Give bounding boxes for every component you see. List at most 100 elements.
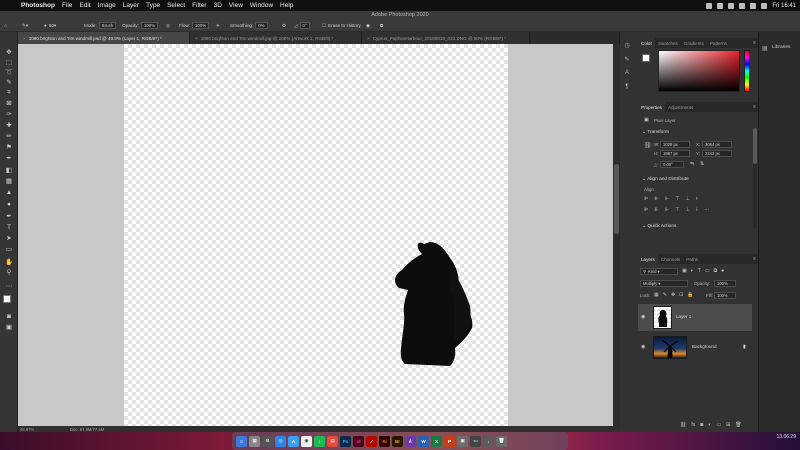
align-right-icon[interactable]: ⊩ [665, 196, 669, 202]
more-tools-icon[interactable]: ⋯ [4, 282, 14, 290]
lasso-tool-icon[interactable]: ➰ [4, 68, 14, 76]
indesign-icon[interactable]: Id [353, 435, 364, 447]
layer-name[interactable]: Background [692, 344, 717, 349]
app-store-icon[interactable]: A [288, 435, 299, 447]
menubar-clock[interactable]: Fri 16:41 [772, 3, 796, 9]
system-preferences-icon[interactable]: ⚙ [262, 435, 273, 447]
marquee-tool-icon[interactable]: ⬚ [4, 58, 14, 66]
frame-tool-icon[interactable]: ⊠ [4, 99, 14, 107]
menu-layer[interactable]: Layer [123, 2, 139, 9]
gradient-tool-icon[interactable]: ▦ [4, 177, 14, 185]
distribute-right-icon[interactable]: ⊩ [665, 207, 669, 213]
menu-edit[interactable]: Edit [79, 2, 90, 9]
path-selection-tool-icon[interactable]: ➤ [4, 234, 14, 242]
align-middle-v-icon[interactable]: ⊥ [685, 196, 689, 202]
filter-pixel-icon[interactable]: ▣ [682, 268, 687, 274]
filter-type-icon[interactable]: T [698, 268, 701, 274]
opacity-control[interactable]: Opacity: 100% [122, 20, 159, 31]
eraser-tool-icon[interactable]: ◧ [4, 166, 14, 174]
tab-color[interactable]: Color [638, 38, 655, 48]
flow-field[interactable]: 100% [191, 22, 210, 29]
add-mask-icon[interactable]: ◙ [700, 422, 703, 428]
status-icon[interactable] [706, 2, 713, 9]
safari-icon[interactable]: ◎ [275, 435, 286, 447]
properties-scrollbar[interactable] [753, 128, 757, 228]
panel-menu-icon[interactable]: ≡ [753, 256, 756, 262]
link-dimensions-icon[interactable]: ⛓ [644, 142, 652, 149]
flip-vertical-icon[interactable]: ⇅ [700, 161, 704, 167]
zoom-level[interactable]: 49.87% [20, 427, 60, 432]
align-section-title[interactable]: ⌄ Align and Distribute [642, 177, 689, 182]
quick-select-tool-icon[interactable]: ✎ [4, 78, 14, 86]
new-group-icon[interactable]: ▭ [716, 422, 721, 428]
vertical-scrollbar[interactable] [613, 44, 620, 426]
menu-view[interactable]: View [229, 2, 243, 9]
layer-name[interactable]: Layer 1 [676, 314, 691, 319]
blend-mode-select[interactable]: Multiply ▾ [640, 280, 688, 287]
document-size[interactable]: Doc: 87.9M/77.5M [70, 427, 104, 432]
erase-to-history-checkbox[interactable]: ☐ Erase to History [322, 20, 361, 31]
zoom-tool-icon[interactable]: ⚲ [4, 268, 14, 276]
eyedropper-tool-icon[interactable]: ✑ [4, 110, 14, 118]
menu-file[interactable]: File [62, 2, 72, 9]
adjustment-layer-icon[interactable]: ◐ [708, 422, 711, 428]
layer-row-layer-1[interactable]: ◉ Layer 1 [638, 304, 752, 331]
panel-menu-icon[interactable]: ≡ [753, 104, 756, 110]
canvas-pasteboard[interactable] [18, 44, 613, 426]
transform-section-title[interactable]: ⌄ Transform [642, 130, 669, 135]
quick-actions-section-title[interactable]: ⌄ Quick Actions [642, 224, 676, 229]
eraser-tool-icon[interactable]: ✎▾ [22, 20, 28, 31]
airbrush-icon[interactable]: ✈ [216, 20, 220, 31]
word-icon[interactable]: W [418, 435, 429, 447]
status-icon[interactable] [739, 2, 746, 9]
character-panel-icon[interactable]: A [622, 68, 632, 78]
battery-icon[interactable] [761, 2, 768, 9]
link-layers-icon[interactable]: ⛓ [680, 422, 686, 428]
lock-transparency-icon[interactable]: ▦ [654, 292, 659, 298]
new-layer-icon[interactable]: ⊞ [726, 422, 730, 428]
symmetry-icon[interactable]: ⧉ [380, 20, 383, 31]
blur-tool-icon[interactable]: ▲ [4, 188, 14, 196]
color-picker-field[interactable] [658, 50, 740, 92]
menu-select[interactable]: Select [167, 2, 185, 9]
tab-gradients[interactable]: Gradients [681, 38, 707, 48]
delete-layer-icon[interactable]: 🗑 [735, 422, 741, 428]
bridge-icon[interactable]: Br [392, 435, 403, 447]
home-icon[interactable]: ⌂ [4, 20, 7, 31]
tab-layers[interactable]: Layers [638, 254, 658, 264]
finder-icon[interactable]: ☺ [236, 435, 247, 447]
x-position-field[interactable]: 3054 px [702, 141, 732, 148]
angle-control[interactable]: ◿ 0° [294, 20, 310, 31]
align-center-h-icon[interactable]: ⊪ [654, 196, 658, 202]
move-tool-icon[interactable]: ✥ [4, 48, 14, 56]
scrollbar-thumb[interactable] [614, 164, 619, 234]
width-field[interactable]: 1028 px [660, 141, 690, 148]
chrome-icon[interactable]: ◉ [301, 435, 312, 447]
opacity-field[interactable]: 100% [140, 22, 159, 29]
height-field[interactable]: 1987 px [660, 150, 690, 157]
calendar-icon[interactable]: ▤ [327, 435, 338, 447]
status-icon[interactable] [717, 2, 724, 9]
visibility-eye-icon[interactable]: ◉ [641, 314, 645, 320]
flip-horizontal-icon[interactable]: ⇋ [690, 161, 694, 167]
close-icon[interactable]: × [195, 36, 198, 41]
tab-properties[interactable]: Properties [638, 102, 665, 112]
trash-icon[interactable]: 🗑 [496, 435, 507, 447]
tab-document-2[interactable]: × 1080 brighton and Tim windmill.jpg @ 20… [190, 32, 362, 44]
fx-icon[interactable]: fx [691, 422, 695, 428]
terminal-icon[interactable]: ▭ [470, 435, 481, 447]
hand-tool-icon[interactable]: ✋ [4, 258, 14, 266]
tab-paths[interactable]: Paths [683, 254, 701, 264]
crop-tool-icon[interactable]: ⌗ [4, 89, 14, 97]
align-bottom-icon[interactable]: ⊦ [696, 196, 699, 202]
tab-document-3[interactable]: × Cyprus_PaphosHarbour_20180918_023.DNG @… [362, 32, 530, 44]
healing-brush-tool-icon[interactable]: ✚ [4, 121, 14, 129]
brush-settings-icon[interactable]: ✎ [622, 54, 632, 64]
excel-icon[interactable]: X [431, 435, 442, 447]
distribute-middle-icon[interactable]: ⊥ [685, 207, 689, 213]
distribute-left-icon[interactable]: ⊫ [644, 207, 648, 213]
flow-control[interactable]: Flow: 100% [179, 20, 210, 31]
hue-slider[interactable] [744, 50, 750, 92]
foreground-color-swatch[interactable] [3, 295, 11, 303]
illustrator-icon[interactable]: Ai [379, 435, 390, 447]
